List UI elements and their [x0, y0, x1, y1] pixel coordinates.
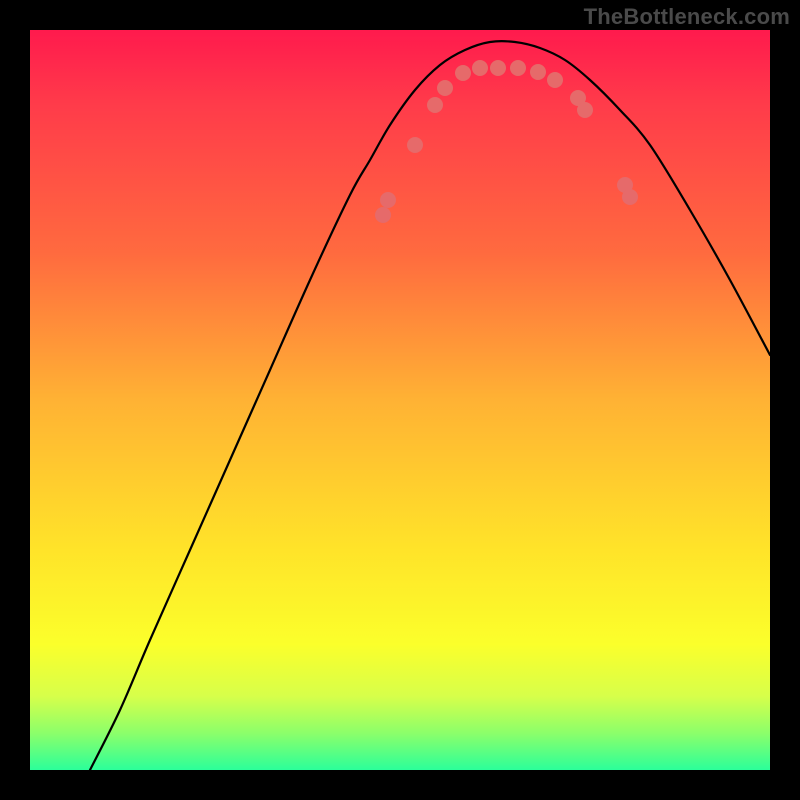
data-marker	[490, 60, 506, 76]
data-marker	[547, 72, 563, 88]
data-marker	[510, 60, 526, 76]
chart-svg	[30, 30, 770, 770]
data-marker	[375, 207, 391, 223]
data-marker	[622, 189, 638, 205]
chart-frame: TheBottleneck.com	[0, 0, 800, 800]
data-marker	[407, 137, 423, 153]
data-marker	[472, 60, 488, 76]
plot-area	[30, 30, 770, 770]
data-marker	[437, 80, 453, 96]
bottleneck-curve	[90, 41, 770, 770]
data-marker	[427, 97, 443, 113]
marker-group	[375, 60, 638, 223]
data-marker	[530, 64, 546, 80]
data-marker	[577, 102, 593, 118]
data-marker	[455, 65, 471, 81]
watermark-text: TheBottleneck.com	[584, 4, 790, 30]
data-marker	[380, 192, 396, 208]
